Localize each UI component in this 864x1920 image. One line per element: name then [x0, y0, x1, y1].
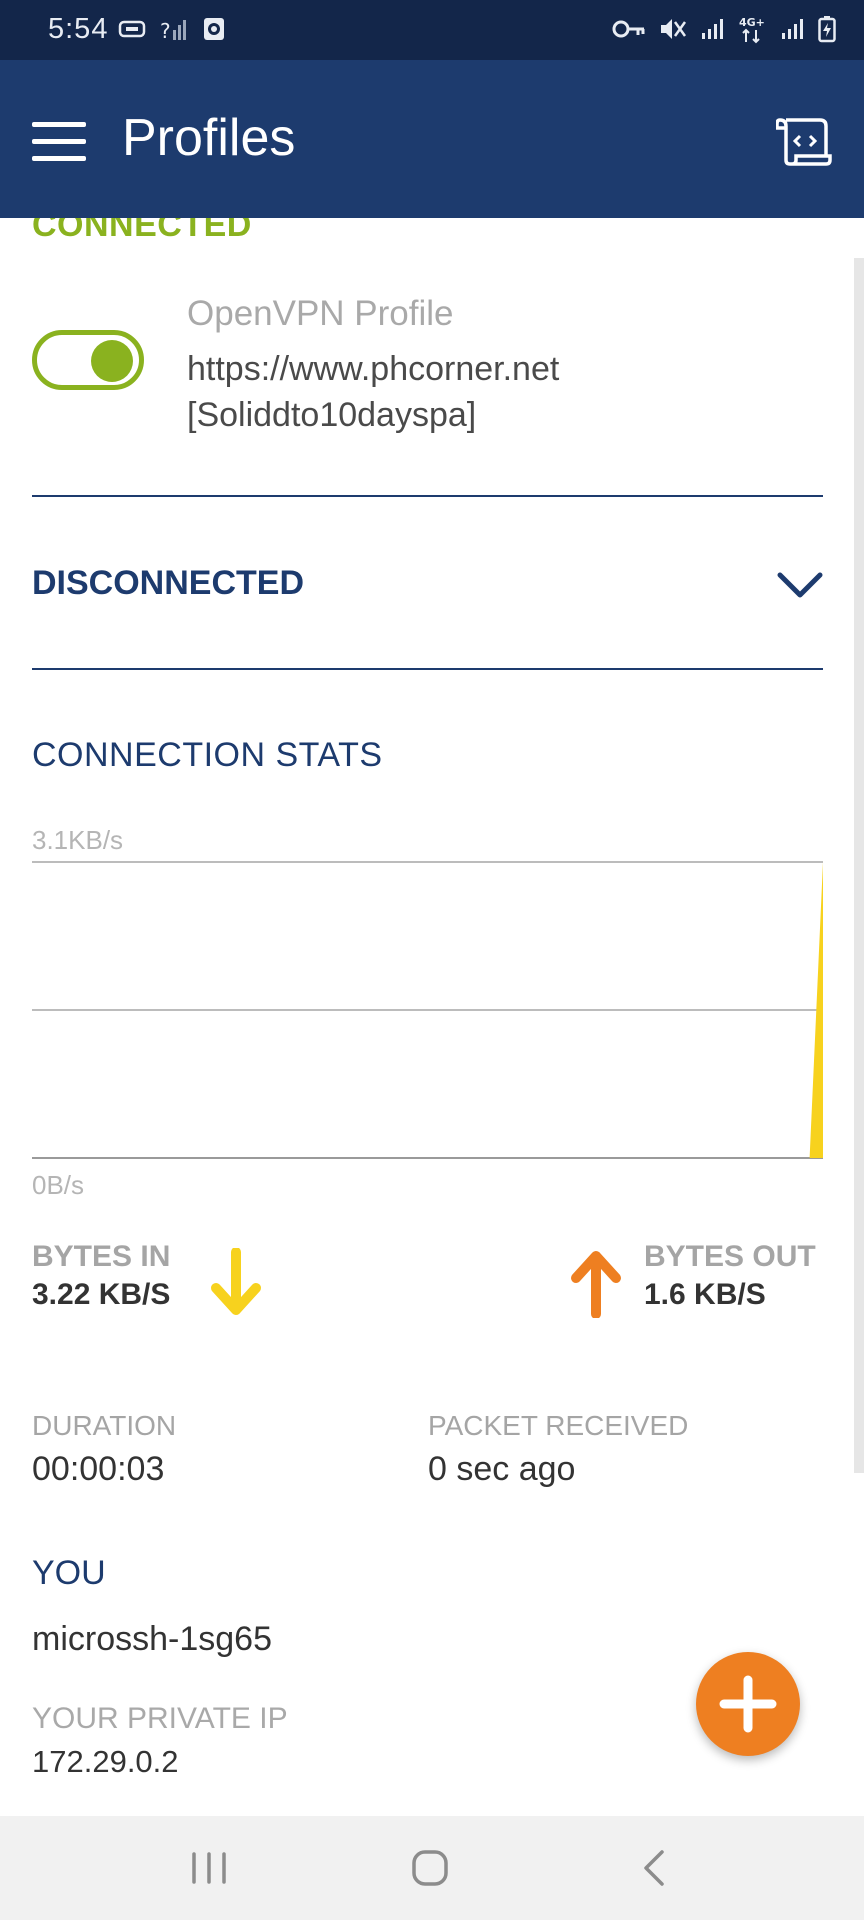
signal-bars-icon	[782, 19, 803, 39]
connection-stats-chart	[32, 861, 823, 1159]
screen-record-icon	[204, 18, 224, 40]
back-icon[interactable]	[630, 1846, 680, 1890]
system-nav-bar	[0, 1816, 864, 1920]
home-icon[interactable]	[405, 1846, 455, 1890]
profile-content[interactable]: CONNECTED OpenVPN Profile https://www.ph…	[0, 218, 864, 1816]
duration-label: DURATION	[32, 1410, 177, 1441]
network-type-label: 4G+	[739, 16, 765, 29]
arrow-up-icon	[571, 1251, 621, 1318]
vpn-key-icon	[612, 20, 645, 38]
page-title: Profiles	[122, 109, 296, 167]
packet-received-value: 0 sec ago	[428, 1450, 576, 1488]
toggle-knob	[91, 340, 133, 382]
hostname: microssh-1sg65	[32, 1620, 272, 1658]
duration-value: 00:00:03	[32, 1450, 165, 1488]
mute-icon	[661, 19, 687, 39]
bytes-in-value: 3.22 KB/S	[32, 1278, 171, 1311]
recent-apps-icon[interactable]	[184, 1846, 234, 1890]
status-bar: 5:54 ? 4G+	[0, 0, 864, 60]
plus-icon	[719, 1675, 777, 1733]
bytes-out-value: 1.6 KB/S	[644, 1278, 766, 1311]
packet-received-label: PACKET RECEIVED	[428, 1410, 689, 1441]
graph-min-label: 0B/s	[32, 1170, 85, 1200]
private-ip-label: YOUR PRIVATE IP	[32, 1702, 288, 1735]
scrollbar[interactable]	[854, 258, 864, 1473]
divider	[32, 668, 823, 670]
log-file-icon[interactable]	[776, 114, 832, 170]
signal-bars-icon	[702, 19, 723, 39]
app-bar: Profiles	[0, 60, 864, 218]
battery-icon	[818, 16, 836, 43]
connection-state-label[interactable]: DISCONNECTED	[32, 564, 304, 603]
bytes-out-label: BYTES OUT	[644, 1240, 816, 1273]
graph-max-label: 3.1KB/s	[32, 825, 124, 855]
message-icon	[118, 20, 146, 38]
status-time: 5:54	[48, 13, 109, 45]
arrow-down-icon	[211, 1248, 261, 1315]
private-ip-value: 172.29.0.2	[32, 1744, 179, 1779]
add-profile-button[interactable]	[696, 1652, 800, 1756]
hamburger-menu-icon[interactable]	[32, 122, 86, 162]
bytes-in-label: BYTES IN	[32, 1240, 171, 1273]
svg-text:?: ?	[160, 19, 171, 42]
profile-name: https://www.phcorner.net [Soliddto10days…	[187, 350, 560, 434]
vpn-toggle-switch[interactable]	[32, 330, 144, 390]
profile-type: OpenVPN Profile	[187, 294, 454, 333]
signal-4g-icon: 4G+	[739, 16, 765, 44]
divider	[32, 495, 823, 497]
chevron-down-icon[interactable]	[776, 570, 824, 600]
you-section-title: YOU	[32, 1554, 106, 1592]
missed-signal-icon: ?	[160, 19, 186, 42]
connection-status-label: CONNECTED	[32, 218, 252, 244]
stats-title: CONNECTION STATS	[32, 736, 383, 774]
